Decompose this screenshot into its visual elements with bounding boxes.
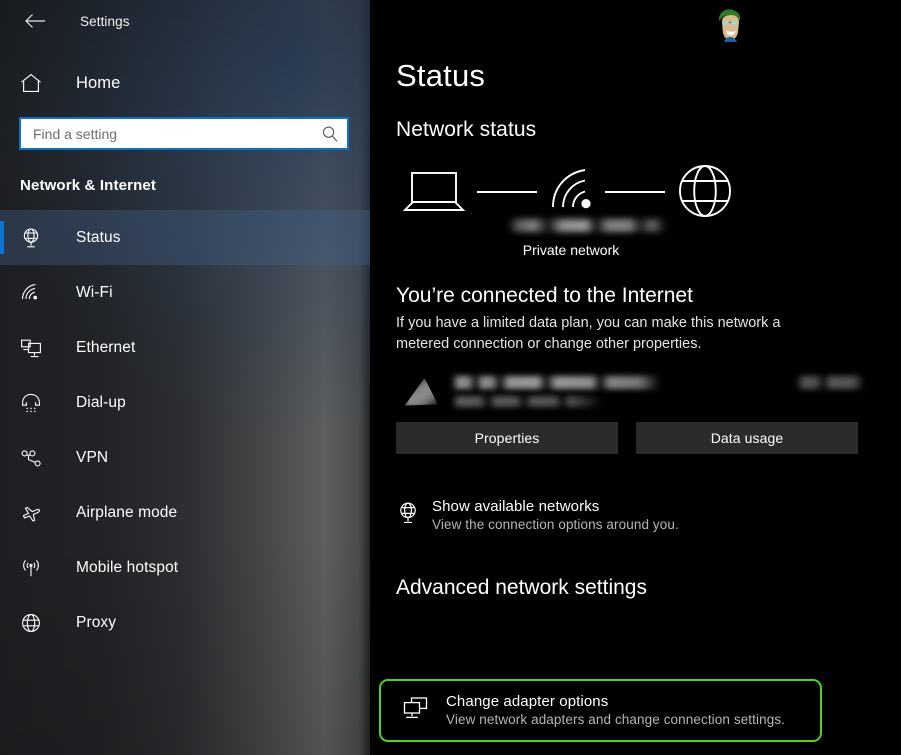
globe-icon xyxy=(679,165,731,217)
connection-status-title: You’re connected to the Internet xyxy=(396,284,693,307)
adapter-summary-row xyxy=(396,372,866,418)
avatar xyxy=(708,4,752,48)
sidebar-item-home[interactable]: Home xyxy=(0,60,370,106)
ethernet-icon xyxy=(20,337,50,359)
home-icon xyxy=(20,73,50,93)
advanced-settings-heading: Advanced network settings xyxy=(396,576,647,599)
sidebar-item-label-status: Status xyxy=(76,228,121,246)
search-box[interactable] xyxy=(19,117,349,150)
data-usage-button[interactable]: Data usage xyxy=(636,422,858,454)
sidebar-item-wifi[interactable]: Wi-Fi xyxy=(0,265,370,320)
change-adapter-options-link[interactable]: Change adapter options View network adap… xyxy=(379,679,822,742)
properties-button[interactable]: Properties xyxy=(396,422,618,454)
network-status-icon xyxy=(396,498,432,525)
adapter-period-redacted xyxy=(452,396,602,407)
sidebar-item-label-wifi: Wi-Fi xyxy=(76,283,113,301)
laptop-icon xyxy=(402,172,466,211)
show-available-networks-link[interactable]: Show available networks View the connect… xyxy=(396,498,826,534)
main-content: Status Network status Private network Yo… xyxy=(370,0,901,755)
hotspot-icon xyxy=(20,557,50,579)
connection-status-description: If you have a limited data plan, you can… xyxy=(396,315,781,352)
sidebar-item-mobile-hotspot[interactable]: Mobile hotspot xyxy=(0,540,370,595)
app-title: Settings xyxy=(80,13,130,29)
network-type-label: Private network xyxy=(522,242,620,258)
title-bar: Settings xyxy=(0,0,370,42)
wifi-signal-icon xyxy=(552,169,586,208)
sidebar-item-label-mobile-hotspot: Mobile hotspot xyxy=(76,558,179,576)
show-networks-text: Show available networks View the connect… xyxy=(432,498,679,534)
page-title: Status xyxy=(396,58,486,93)
change-adapter-title: Change adapter options xyxy=(446,692,609,710)
network-status-icon xyxy=(20,227,50,249)
adapter-usage-redacted xyxy=(796,376,864,389)
sidebar-item-dialup[interactable]: Dial-up xyxy=(0,375,370,430)
wifi-adapter-icon xyxy=(404,378,438,406)
vpn-icon xyxy=(20,447,50,469)
adapter-name-redacted xyxy=(452,376,660,389)
sidebar-item-status[interactable]: Status xyxy=(0,210,370,265)
adapter-options-icon xyxy=(402,694,446,727)
change-adapter-subtitle: View network adapters and change connect… xyxy=(446,711,786,727)
sidebar-nav-list: Status Wi-Fi Ethernet Dial-up VPN Airpla… xyxy=(0,210,370,650)
settings-window: Settings Home Find a setting Network & I… xyxy=(0,0,901,755)
network-diagram xyxy=(396,164,746,236)
sidebar-item-airplane-mode[interactable]: Airplane mode xyxy=(0,485,370,540)
search-icon[interactable] xyxy=(321,125,339,143)
back-arrow-icon[interactable] xyxy=(18,6,52,36)
sidebar-item-label-home: Home xyxy=(76,73,121,92)
network-status-heading: Network status xyxy=(396,118,537,141)
show-networks-subtitle: View the connection options around you. xyxy=(432,517,679,532)
globe-icon xyxy=(20,612,50,634)
sidebar-item-label-vpn: VPN xyxy=(76,448,109,466)
wifi-icon xyxy=(20,282,50,304)
airplane-icon xyxy=(20,502,50,524)
show-networks-title: Show available networks xyxy=(432,498,600,515)
change-adapter-text: Change adapter options View network adap… xyxy=(446,693,785,729)
search-input[interactable] xyxy=(33,119,321,148)
action-button-row: Properties Data usage xyxy=(396,422,901,454)
dialup-phone-icon xyxy=(20,392,50,414)
sidebar-item-label-proxy: Proxy xyxy=(76,613,117,631)
sidebar-item-ethernet[interactable]: Ethernet xyxy=(0,320,370,375)
sidebar: Settings Home Find a setting Network & I… xyxy=(0,0,370,755)
sidebar-item-label-airplane-mode: Airplane mode xyxy=(76,503,178,521)
sidebar-item-vpn[interactable]: VPN xyxy=(0,430,370,485)
sidebar-category-heading: Network & Internet xyxy=(20,177,157,194)
sidebar-item-label-dialup: Dial-up xyxy=(76,393,126,411)
sidebar-item-proxy[interactable]: Proxy xyxy=(0,595,370,650)
selection-accent-bar xyxy=(0,221,4,254)
sidebar-item-label-ethernet: Ethernet xyxy=(76,338,136,356)
